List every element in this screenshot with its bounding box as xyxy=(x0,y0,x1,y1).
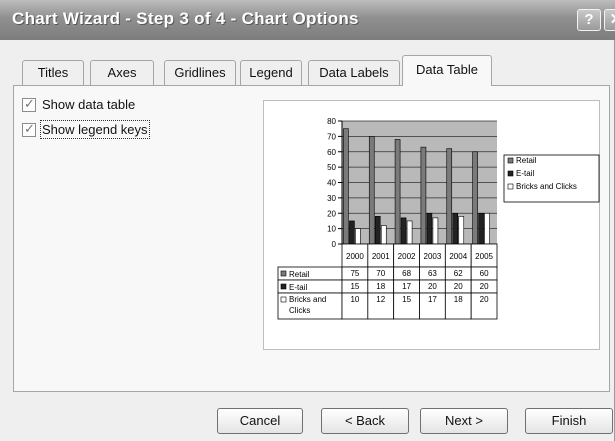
next-button[interactable]: Next > xyxy=(420,408,508,434)
y-tick-label: 70 xyxy=(327,132,336,141)
bar-retail xyxy=(472,151,478,245)
bar-e-tail xyxy=(478,212,484,245)
table-value: 17 xyxy=(428,295,437,304)
category-label: 2003 xyxy=(424,252,442,261)
tab-data-labels[interactable]: Data Labels xyxy=(308,60,400,85)
legend-label: Bricks and Clicks xyxy=(516,182,577,191)
bar-bricks-and-clicks xyxy=(484,212,490,245)
table-value: 10 xyxy=(350,295,359,304)
table-value: 20 xyxy=(454,282,463,291)
bar-bricks-and-clicks xyxy=(432,217,439,245)
y-tick-label: 50 xyxy=(327,163,336,172)
tab-titles[interactable]: Titles xyxy=(22,60,84,85)
back-button[interactable]: < Back xyxy=(321,408,409,434)
bar-e-tail xyxy=(452,212,459,245)
bar-retail xyxy=(446,148,453,245)
legend-key-icon xyxy=(507,170,514,177)
legend-label: E-tail xyxy=(516,169,534,178)
legend-key-icon xyxy=(507,157,514,164)
bar-e-tail xyxy=(400,217,407,245)
legend-key-icon xyxy=(507,183,514,190)
tab-axes[interactable]: Axes xyxy=(90,60,154,85)
category-label: 2005 xyxy=(475,252,493,261)
table-row-label: Clicks xyxy=(289,306,310,315)
chart-preview: 0 10 20 30 40 50 60 70 80 2000 2001 2002 2003 2004 200… xyxy=(263,100,600,350)
y-tick-label: 60 xyxy=(327,148,336,157)
chart-svg: 0 10 20 30 40 50 60 70 80 2000 2001 2002 2003 2004 200… xyxy=(277,117,600,320)
table-value: 15 xyxy=(402,295,411,304)
finish-button[interactable]: Finish xyxy=(525,408,613,434)
table-value: 75 xyxy=(350,269,359,278)
show-data-table-label: Show data table xyxy=(42,97,136,112)
bar-bricks-and-clicks xyxy=(380,225,387,245)
chart-wizard-dialog: Chart Wizard - Step 3 of 4 - Chart Optio… xyxy=(0,0,615,441)
cancel-button[interactable]: Cancel xyxy=(217,408,303,434)
tab-data-table[interactable]: Data Table xyxy=(402,55,492,86)
table-row-label: Retail xyxy=(289,270,310,279)
table-value: 62 xyxy=(454,269,463,278)
y-tick-label: 40 xyxy=(327,179,336,188)
table-row-label: E-tail xyxy=(289,283,307,292)
y-tick-label: 80 xyxy=(327,117,336,126)
y-tick-label: 20 xyxy=(327,209,336,218)
table-row-header xyxy=(277,279,343,294)
bar-retail xyxy=(343,128,349,245)
bar-retail xyxy=(420,146,427,245)
table-value: 20 xyxy=(480,282,489,291)
bar-bricks-and-clicks xyxy=(406,220,413,245)
table-value: 15 xyxy=(350,282,359,291)
table-value: 17 xyxy=(402,282,411,291)
y-tick-label: 30 xyxy=(327,194,336,203)
bar-bricks-and-clicks xyxy=(355,228,361,245)
legend-label: Retail xyxy=(516,156,537,165)
legend-key-icon xyxy=(280,296,287,303)
show-legend-keys-box[interactable]: ✓ xyxy=(22,121,36,137)
table-value: 68 xyxy=(402,269,411,278)
bar-e-tail xyxy=(374,216,381,245)
checkmark-icon: ✓ xyxy=(24,121,35,136)
table-value: 12 xyxy=(376,295,385,304)
close-icon[interactable]: ✕ xyxy=(604,9,615,31)
legend-key-icon xyxy=(280,283,287,290)
table-value: 60 xyxy=(480,269,489,278)
show-data-table-checkbox[interactable]: ✓ Show data table xyxy=(22,96,172,115)
table-row-label: Bricks and xyxy=(289,295,326,304)
bar-bricks-and-clicks xyxy=(458,216,465,245)
y-tick-label: 10 xyxy=(327,225,336,234)
table-value: 20 xyxy=(480,295,489,304)
category-label: 2004 xyxy=(449,252,467,261)
window-title: Chart Wizard - Step 3 of 4 - Chart Optio… xyxy=(12,9,359,28)
show-data-table-box[interactable]: ✓ xyxy=(22,96,36,112)
category-label: 2002 xyxy=(398,252,416,261)
y-tick-label: 0 xyxy=(332,240,337,249)
help-icon[interactable]: ? xyxy=(577,9,601,31)
show-legend-keys-checkbox[interactable]: ✓ Show legend keys xyxy=(22,120,182,140)
tab-gridlines[interactable]: Gridlines xyxy=(164,60,236,85)
table-value: 18 xyxy=(454,295,463,304)
table-value: 20 xyxy=(428,282,437,291)
bar-retail xyxy=(368,136,375,245)
legend-key-icon xyxy=(280,270,287,277)
bar-e-tail xyxy=(349,220,355,245)
show-legend-keys-label: Show legend keys xyxy=(40,120,150,139)
table-row-header xyxy=(277,266,343,281)
title-bar[interactable]: Chart Wizard - Step 3 of 4 - Chart Optio… xyxy=(0,0,615,40)
bar-retail xyxy=(394,139,401,245)
tab-legend[interactable]: Legend xyxy=(240,60,302,85)
table-value: 70 xyxy=(376,269,385,278)
bar-e-tail xyxy=(426,212,433,245)
table-value: 18 xyxy=(376,282,385,291)
table-value: 63 xyxy=(428,269,437,278)
category-label: 2000 xyxy=(346,252,364,261)
category-label: 2001 xyxy=(372,252,390,261)
checkmark-icon: ✓ xyxy=(24,96,35,111)
